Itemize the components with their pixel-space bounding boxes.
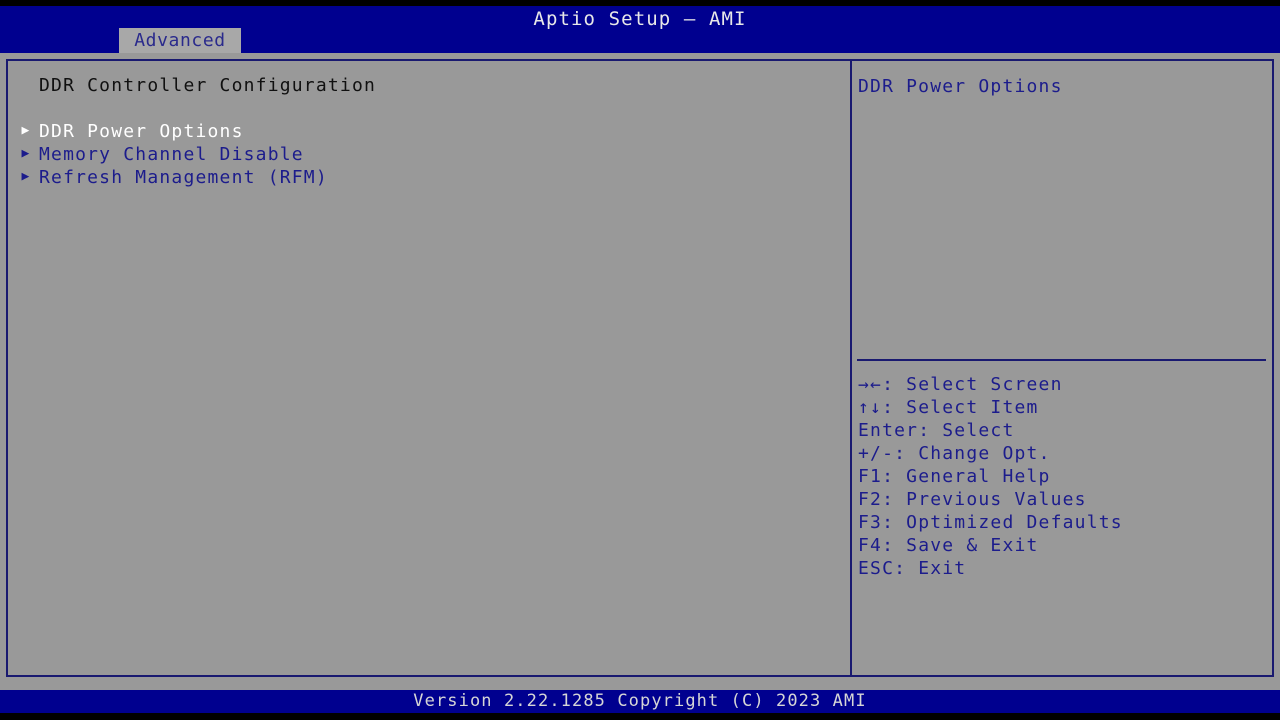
- right-triangle-icon: ▶: [21, 123, 31, 138]
- legend-esc-exit: ESC: Exit: [858, 557, 1266, 580]
- panel-divider: [850, 59, 852, 677]
- key-legend-list: →←: Select Screen ↑↓: Select Item Enter:…: [858, 373, 1266, 580]
- legend-keys: ESC: [858, 558, 895, 579]
- legend-keys: F4: [858, 535, 883, 556]
- legend-select-item: ↑↓: Select Item: [858, 396, 1266, 419]
- menu-item-label: Refresh Management (RFM): [39, 167, 328, 188]
- right-triangle-icon: ▶: [21, 146, 31, 161]
- legend-keys: +/-: [858, 443, 895, 464]
- menu-item-refresh-management-rfm[interactable]: ▶ Refresh Management (RFM): [10, 166, 848, 189]
- help-panel: DDR Power Options →←: Select Screen ↑↓: …: [855, 63, 1270, 673]
- legend-action: : Select Screen: [882, 374, 1063, 395]
- help-separator: [857, 359, 1266, 361]
- legend-keys: F1: [858, 466, 883, 487]
- right-triangle-icon: ▶: [21, 169, 31, 184]
- legend-change-opt: +/-: Change Opt.: [858, 442, 1266, 465]
- legend-keys: →←: [858, 374, 883, 395]
- legend-keys: F2: [858, 489, 883, 510]
- legend-keys: ↑↓: [858, 397, 883, 418]
- legend-action: : Change Opt.: [894, 443, 1051, 464]
- legend-action: : Save & Exit: [882, 535, 1039, 556]
- legend-keys: F3: [858, 512, 883, 533]
- legend-action: : Previous Values: [882, 489, 1087, 510]
- settings-panel: DDR Controller Configuration ▶ DDR Power…: [10, 63, 848, 673]
- legend-action: : General Help: [882, 466, 1051, 487]
- legend-action: : Optimized Defaults: [882, 512, 1123, 533]
- settings-menu-list: ▶ DDR Power Options ▶ Memory Channel Dis…: [10, 120, 848, 189]
- legend-general-help: F1: General Help: [858, 465, 1266, 488]
- menu-item-label: Memory Channel Disable: [39, 144, 304, 165]
- legend-action: : Select: [918, 420, 1015, 441]
- version-text: Version 2.22.1285 Copyright (C) 2023 AMI: [413, 691, 867, 711]
- legend-optimized-defaults: F3: Optimized Defaults: [858, 511, 1266, 534]
- bios-setup-screen: Aptio Setup – AMI Advanced DDR Controlle…: [0, 0, 1280, 720]
- legend-action: : Select Item: [882, 397, 1039, 418]
- menu-item-label: DDR Power Options: [39, 121, 244, 142]
- section-heading: DDR Controller Configuration: [39, 75, 377, 96]
- help-description: DDR Power Options: [858, 76, 1063, 97]
- legend-action: : Exit: [894, 558, 967, 579]
- menu-item-ddr-power-options[interactable]: ▶ DDR Power Options: [10, 120, 848, 143]
- bottom-bezel: [0, 713, 1280, 720]
- legend-keys: Enter: [858, 420, 919, 441]
- tab-advanced[interactable]: Advanced: [119, 28, 241, 53]
- legend-enter-select: Enter: Select: [858, 419, 1266, 442]
- menu-item-memory-channel-disable[interactable]: ▶ Memory Channel Disable: [10, 143, 848, 166]
- legend-previous-values: F2: Previous Values: [858, 488, 1266, 511]
- legend-save-and-exit: F4: Save & Exit: [858, 534, 1266, 557]
- legend-select-screen: →←: Select Screen: [858, 373, 1266, 396]
